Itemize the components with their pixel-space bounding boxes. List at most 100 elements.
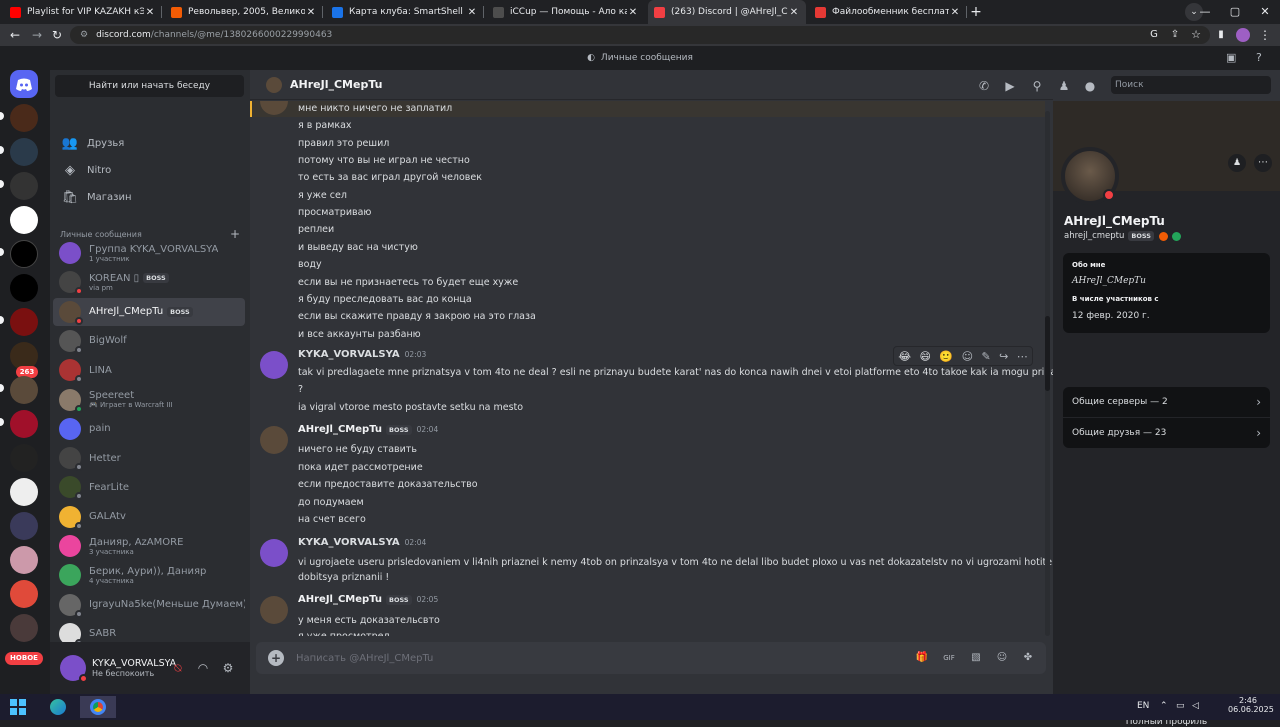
tray-up-icon[interactable]: ⌃ [1160, 701, 1168, 711]
clock[interactable]: 2:46 06.06.2025 [1228, 696, 1274, 714]
nav-item-2[interactable]: 🛍 Магазин [55, 185, 245, 209]
reload-icon[interactable]: ↻ [48, 26, 66, 44]
browser-tab[interactable]: Карта клуба: SmartShell ✕ [326, 0, 484, 24]
network-icon[interactable]: ▭ [1176, 701, 1185, 711]
dm-item[interactable]: FearLite [53, 473, 245, 501]
dm-item[interactable]: Данияр, AzAMORE 3 участника [53, 532, 245, 560]
gif-icon[interactable]: GIF [941, 650, 957, 666]
sidepanel-icon[interactable]: ▮ [1212, 26, 1230, 44]
dm-item[interactable]: pain [53, 415, 245, 443]
server-icon-7[interactable] [10, 308, 38, 336]
tab-close-icon[interactable]: ✕ [305, 7, 317, 18]
site-info-icon[interactable]: ⚙ [80, 30, 88, 40]
server-icon-16[interactable] [10, 614, 38, 642]
find-conversation-button[interactable]: Найти или начать беседу [55, 75, 244, 97]
video-call-icon[interactable]: ▶ [1002, 78, 1018, 94]
dm-item[interactable]: Speereet 🎮 Играет в Warcraft III [53, 386, 245, 414]
message-author[interactable]: AHreJl_CMepTu BOSS 02:05 [298, 594, 438, 605]
avatar[interactable] [260, 539, 288, 567]
server-icon-4[interactable] [10, 206, 38, 234]
new-badge[interactable]: НОВОЕ [5, 652, 43, 665]
profile-avatar-icon[interactable] [1234, 26, 1252, 44]
nav-item-1[interactable]: ◈ Nitro [55, 158, 245, 182]
gift-icon[interactable]: 🎁 [914, 650, 930, 666]
windows-start-icon[interactable] [0, 696, 36, 718]
forward-icon[interactable]: → [28, 26, 46, 44]
forward-icon[interactable]: ↪ [999, 350, 1008, 363]
grin-emoji-icon[interactable]: 😄 [920, 350, 931, 363]
mutual-servers-row[interactable]: Общие серверы — 2 › [1063, 387, 1270, 417]
server-icon-10[interactable] [10, 410, 38, 438]
url-field[interactable]: ⚙ discord.com /channels/@me/138026600022… [70, 26, 1210, 44]
add-friend-icon[interactable]: ♟ [1228, 154, 1246, 172]
language-indicator[interactable]: EN [1137, 701, 1149, 711]
tab-close-icon[interactable]: ✕ [949, 7, 961, 18]
help-icon[interactable]: ? [1256, 51, 1262, 64]
more-options-icon[interactable]: ⋯ [1254, 154, 1272, 172]
google-icon[interactable]: G [1145, 26, 1163, 44]
dm-item[interactable]: LINA [53, 356, 245, 384]
dm-item[interactable]: IgrayuNa5ke(Меньше Думаем) [53, 591, 245, 619]
server-icon-11[interactable] [10, 444, 38, 472]
edit-icon[interactable]: ✎ [981, 350, 990, 363]
server-icon-9[interactable] [10, 376, 38, 404]
volume-icon[interactable]: ◁ [1192, 701, 1199, 711]
mutual-friends-row[interactable]: Общие друзья — 23 › [1063, 418, 1270, 448]
more-icon[interactable]: ⋯ [1017, 350, 1028, 363]
server-icon-2[interactable] [10, 138, 38, 166]
scrollbar-thumb[interactable] [1045, 316, 1050, 391]
server-icon-6[interactable] [10, 274, 38, 302]
browser-tab[interactable]: Playlist for VIP KAZAKH кЭ͏ЏПл✕ [4, 0, 162, 24]
browser-tab[interactable]: Револьвер, 2005, Великобритан✕ [165, 0, 323, 24]
edge-icon[interactable] [40, 696, 76, 718]
dm-item[interactable]: Группа KYKA_VORVALSYA 1 участник [53, 239, 245, 267]
share-icon[interactable]: ⇪ [1166, 26, 1184, 44]
tab-close-icon[interactable]: ✕ [627, 7, 639, 18]
tab-close-icon[interactable]: ✕ [788, 7, 800, 18]
chrome-icon[interactable] [80, 696, 116, 718]
message-author[interactable]: KYKA_VORVALSYA 02:03 [298, 349, 426, 360]
server-icon-5[interactable] [10, 240, 38, 268]
inbox-icon[interactable]: ▣ [1226, 51, 1236, 64]
browser-tab[interactable]: Файлообменник бесплатный и✕ [809, 0, 967, 24]
tab-close-icon[interactable]: ✕ [144, 7, 156, 18]
smile-emoji-icon[interactable]: 🙂 [939, 350, 953, 363]
apps-icon[interactable]: ✤ [1020, 650, 1036, 666]
laugh-emoji-icon[interactable]: 😂 [898, 350, 911, 363]
back-icon[interactable]: ← [6, 26, 24, 44]
dm-item[interactable]: KOREAN ▯ BOSS via pm [53, 268, 245, 296]
dm-item[interactable]: BigWolf [53, 327, 245, 355]
pin-icon[interactable]: ⚲ [1029, 78, 1045, 94]
settings-gear-icon[interactable]: ⚙ [220, 660, 236, 676]
server-icon-3[interactable] [10, 172, 38, 200]
menu-icon[interactable]: ⋮ [1256, 26, 1274, 44]
server-icon-12[interactable] [10, 478, 38, 506]
emoji-icon[interactable]: ☺ [994, 650, 1010, 666]
avatar[interactable] [260, 596, 288, 624]
new-tab-button[interactable]: + [967, 3, 985, 21]
add-friends-icon[interactable]: ♟ [1056, 78, 1072, 94]
message-author[interactable]: KYKA_VORVALSYA 02:04 [298, 537, 426, 548]
avatar[interactable] [60, 655, 88, 683]
dm-item[interactable]: Hetter [53, 444, 245, 472]
message-input[interactable]: Написать @AHreJl_CMepTu [296, 653, 433, 664]
close-window-button[interactable]: ✕ [1250, 0, 1280, 24]
server-icon-14[interactable] [10, 546, 38, 574]
server-icon-15[interactable] [10, 580, 38, 608]
dm-item[interactable]: Берик, Аури)), Данияр 4 участника [53, 561, 245, 589]
dm-item[interactable]: AHreJl_CMepTu BOSS [53, 297, 245, 326]
search-input[interactable]: Поиск [1111, 76, 1271, 94]
upload-plus-icon[interactable]: + [268, 650, 284, 666]
headphones-icon[interactable]: ◠ [195, 660, 211, 676]
nav-item-0[interactable]: 👥 Друзья [55, 131, 245, 155]
user-profile-icon[interactable]: ● [1082, 78, 1098, 94]
dm-item[interactable]: GALAtv [53, 503, 245, 531]
tab-close-icon[interactable]: ✕ [466, 7, 478, 18]
avatar[interactable] [260, 351, 288, 379]
browser-tab[interactable]: iCCup — Помощь - Ало какая т✕ [487, 0, 645, 24]
server-icon-1[interactable] [10, 104, 38, 132]
mute-mic-icon[interactable]: ⍉ [170, 660, 186, 676]
voice-call-icon[interactable]: ✆ [976, 78, 992, 94]
maximize-button[interactable]: ▢ [1220, 0, 1250, 24]
discord-home-icon[interactable] [10, 70, 38, 98]
